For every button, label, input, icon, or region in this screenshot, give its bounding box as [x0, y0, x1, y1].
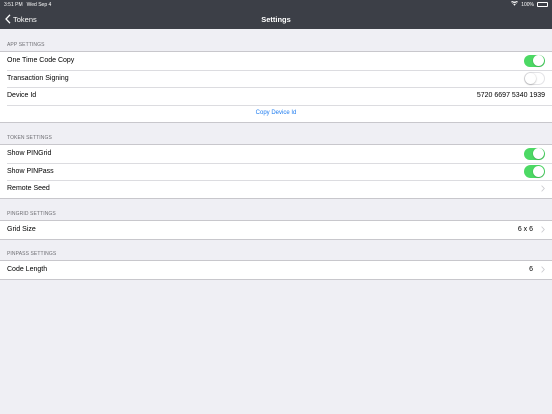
section-header-token-settings: TOKEN SETTINGS — [7, 135, 52, 141]
row-label: Show PINGrid — [7, 150, 52, 158]
pingrid-settings-group: Grid Size 6 x 6 — [0, 220, 552, 240]
battery-icon — [537, 2, 548, 7]
device-id-row: Device Id 5720 6697 5340 1939 — [0, 87, 552, 105]
status-time: 3:51 PM — [4, 1, 23, 8]
chevron-right-icon — [541, 185, 545, 192]
section-header-pingrid-settings: PINGRID SETTINGS — [7, 211, 56, 217]
row-label: Code Length — [7, 266, 48, 274]
copy-device-id-button[interactable]: Copy Device Id — [0, 104, 552, 123]
chevron-right-icon — [541, 266, 545, 273]
code-length-value: 6 — [529, 266, 533, 274]
page-title: Settings — [261, 14, 291, 24]
show-pinpass-row: Show PINPass — [0, 162, 552, 181]
one-time-code-copy-toggle[interactable] — [524, 54, 545, 67]
section-header-app-settings: APP SETTINGS — [7, 42, 45, 48]
app-settings-group: One Time Code Copy Transaction Signing D… — [0, 51, 552, 123]
remote-seed-row[interactable]: Remote Seed — [0, 180, 552, 198]
grid-size-row[interactable]: Grid Size 6 x 6 — [0, 221, 552, 239]
back-label: Tokens — [13, 14, 37, 24]
transaction-signing-toggle[interactable] — [524, 72, 545, 85]
chevron-left-icon — [5, 14, 11, 24]
wifi-icon — [511, 0, 519, 8]
show-pinpass-toggle[interactable] — [524, 165, 545, 178]
row-label: Remote Seed — [7, 185, 50, 193]
one-time-code-copy-row: One Time Code Copy — [0, 52, 552, 70]
battery-percent: 100% — [521, 1, 534, 8]
device-id-value: 5720 6697 5340 1939 — [476, 92, 545, 100]
row-label: Show PINPass — [7, 167, 54, 175]
chevron-right-icon — [541, 226, 545, 233]
section-header-pinpass-settings: PINPASS SETTINGS — [7, 251, 57, 257]
navigation-bar: Tokens Settings — [0, 9, 552, 29]
code-length-row[interactable]: Code Length 6 — [0, 261, 552, 279]
back-button[interactable]: Tokens — [5, 9, 37, 29]
status-bar: 3:51 PM Wed Sep 4 100% — [0, 0, 552, 9]
row-label: Device Id — [7, 92, 37, 100]
transaction-signing-row: Transaction Signing — [0, 69, 552, 88]
show-pingrid-toggle[interactable] — [524, 147, 545, 160]
token-settings-group: Show PINGrid Show PINPass Remote Seed — [0, 144, 552, 199]
row-label: One Time Code Copy — [7, 57, 75, 65]
show-pingrid-row: Show PINGrid — [0, 145, 552, 163]
row-label: Grid Size — [7, 226, 36, 234]
copy-device-id-label: Copy Device Id — [255, 110, 297, 117]
status-date: Wed Sep 4 — [26, 1, 52, 8]
row-label: Transaction Signing — [7, 74, 69, 82]
pinpass-settings-group: Code Length 6 — [0, 260, 552, 280]
grid-size-value: 6 x 6 — [517, 226, 533, 234]
